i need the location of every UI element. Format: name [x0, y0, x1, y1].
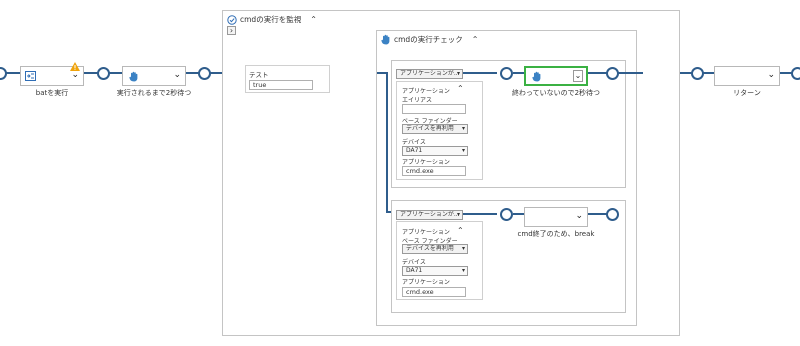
cmd-break-activity-label: cmd終了のため、break [517, 230, 595, 238]
return-activity-label: リターン [733, 89, 761, 97]
device-label: デバイス [402, 139, 426, 146]
application-group-label: アプリケーション [402, 229, 450, 236]
hand-icon [532, 71, 542, 84]
base-finder-select[interactable]: デバイスを再利用 ▾ [402, 124, 468, 134]
check-title: cmdの実行チェック [394, 35, 463, 44]
script-icon [25, 71, 36, 81]
return-activity-card[interactable]: ⌄ [714, 66, 780, 86]
device-label: デバイス [402, 259, 426, 266]
wait-activity-card[interactable]: ⌄ [122, 66, 186, 86]
branch2-condition-select[interactable]: アプリケーションが... ▾ [396, 210, 463, 220]
chevron-right-icon: › [229, 26, 234, 35]
test-label: テスト [249, 71, 269, 79]
app-name-input[interactable]: cmd.exe [402, 166, 466, 176]
device-select[interactable]: DA71 ▾ [402, 266, 468, 276]
flow-node[interactable] [97, 67, 110, 80]
dropdown-arrow-icon: ▾ [456, 70, 460, 77]
monitor-panel-header[interactable]: cmdの実行を監視 ⌃ [227, 14, 317, 25]
app-name-label: アプリケーション [402, 279, 450, 286]
alias-input[interactable] [402, 104, 466, 114]
collapse-icon[interactable]: ⌃ [472, 35, 479, 44]
dropdown-arrow-icon: ▾ [461, 267, 465, 274]
chevron-down-icon[interactable]: ⌄ [173, 70, 181, 80]
flow-node[interactable] [791, 67, 800, 80]
app-name-input[interactable]: cmd.exe [402, 287, 466, 297]
flow-line [463, 213, 497, 215]
alias-label: エイリアス [402, 97, 433, 104]
test-value-input[interactable]: true [249, 80, 313, 90]
dropdown-arrow-icon: ▾ [461, 245, 465, 252]
bat-activity-label: batを実行 [35, 89, 69, 97]
hand-icon [381, 34, 390, 45]
device-select[interactable]: DA71 ▾ [402, 146, 468, 156]
test-card[interactable]: テスト true [245, 65, 330, 93]
app-name-label: アプリケーション [402, 159, 450, 166]
flow-node[interactable] [0, 67, 7, 80]
chevron-down-icon[interactable]: ⌄ [71, 70, 79, 80]
wait-activity-label: 実行されるまで2秒待つ [116, 89, 192, 97]
cmd-break-activity-card[interactable]: ⌄ [524, 207, 588, 227]
flow-node[interactable] [500, 208, 513, 221]
base-finder-select[interactable]: デバイスを再利用 ▾ [402, 244, 468, 254]
monitor-icon [227, 14, 237, 25]
flow-line [463, 72, 497, 74]
dropdown-arrow-icon: ▾ [461, 125, 465, 132]
collapse-icon[interactable]: ⌃ [457, 226, 464, 235]
check-panel-header[interactable]: cmdの実行チェック ⌃ [381, 34, 478, 45]
flow-node[interactable] [606, 208, 619, 221]
collapse-icon[interactable]: ⌃ [310, 15, 317, 24]
monitor-title: cmdの実行を監視 [240, 15, 302, 24]
dropdown-arrow-icon: ▾ [461, 147, 465, 154]
nav-arrow-button[interactable]: › [227, 26, 236, 35]
chevron-down-icon[interactable]: ⌄ [767, 70, 775, 80]
chevron-down-icon[interactable]: ⌄ [575, 211, 583, 221]
flow-node[interactable] [198, 67, 211, 80]
dropdown-arrow-icon: ▾ [456, 211, 460, 218]
collapse-icon[interactable]: ⌃ [457, 84, 464, 93]
application-group-label: アプリケーション [402, 88, 450, 95]
chevron-down-icon[interactable]: ⌄ [573, 70, 583, 82]
warning-icon [70, 62, 80, 71]
hand-icon [129, 71, 139, 84]
flow-node[interactable] [606, 67, 619, 80]
wait2-activity-label: 終わっていないので2秒待つ [511, 89, 601, 97]
flow-node[interactable] [500, 67, 513, 80]
wait2-activity-card[interactable]: ⌄ [524, 66, 588, 86]
branch1-condition-select[interactable]: アプリケーションが... ▾ [396, 69, 463, 79]
flow-line [386, 72, 388, 213]
flow-node[interactable] [691, 67, 704, 80]
